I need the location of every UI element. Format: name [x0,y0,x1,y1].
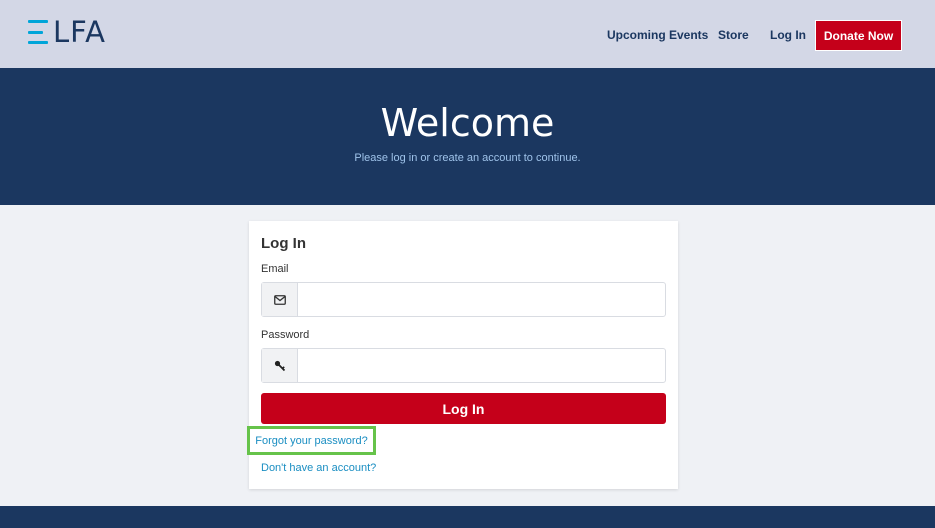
elfa-logo[interactable]: LFA [28,16,106,48]
forgot-password-highlight: Forgot your password? [247,426,376,455]
login-card: Log In Email Password Log In Forgot your… [247,221,678,489]
password-label: Password [261,329,310,341]
email-field-group [261,282,666,317]
logo-e-mark-icon [28,19,50,45]
login-card-title: Log In [261,235,306,252]
nav-login-link[interactable]: Log In [770,28,806,42]
donate-now-button[interactable]: Donate Now [815,20,902,51]
logo-text: LFA [53,15,107,49]
nav-upcoming-events-link[interactable]: Upcoming Events [607,28,708,42]
login-submit-button[interactable]: Log In [261,393,666,424]
email-label: Email [261,263,289,275]
page-title: Welcome [380,101,555,145]
key-icon [262,349,298,382]
welcome-banner: Welcome Please log in or create an accou… [0,68,935,205]
create-account-link[interactable]: Don't have an account? [261,462,376,474]
nav-store-link[interactable]: Store [718,28,749,42]
envelope-icon [262,283,298,316]
top-navigation-bar: LFA Upcoming Events Store Log In Donate … [0,0,935,68]
password-input[interactable] [298,349,665,382]
password-field-group [261,348,666,383]
forgot-password-link[interactable]: Forgot your password? [255,435,368,447]
page-footer [0,506,935,528]
page-subtitle: Please log in or create an account to co… [354,152,581,164]
email-input[interactable] [298,283,665,316]
